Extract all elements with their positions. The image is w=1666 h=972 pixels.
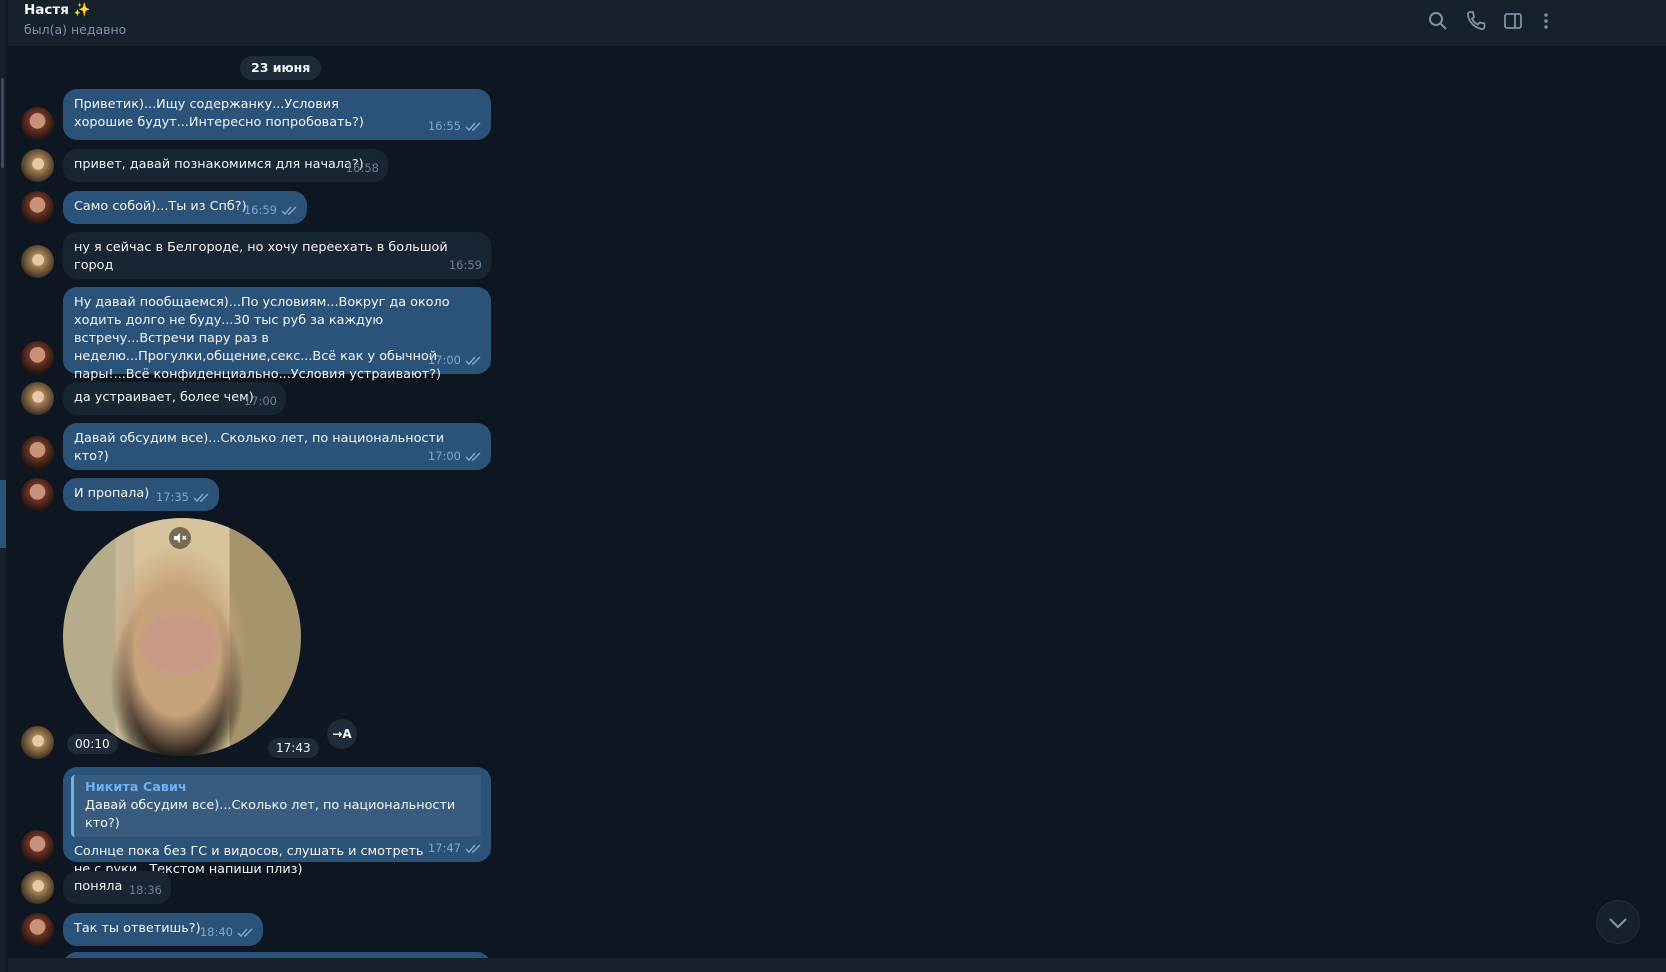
- avatar[interactable]: [21, 913, 54, 946]
- avatar[interactable]: [21, 436, 54, 469]
- reply-text: Давай обсудим все)...Сколько лет, по нац…: [85, 798, 456, 831]
- message-time-meta: 17:47: [428, 839, 483, 857]
- peer-name[interactable]: Настя ✨: [24, 2, 90, 18]
- message-outgoing[interactable]: Само собой)...Ты из Спб?) 16:59: [63, 191, 307, 224]
- message-time: 17:00: [427, 449, 461, 463]
- reply-quote[interactable]: Никита Савич Давай обсудим все)...Скольк…: [71, 775, 481, 837]
- message-outgoing[interactable]: Приветик)...Ищу содержанку...Условия хор…: [63, 89, 491, 140]
- avatar[interactable]: [21, 107, 54, 140]
- message-text: Ну давай пообщаемся)...По условиям...Вок…: [74, 295, 450, 382]
- message-time: 18:36: [128, 883, 162, 897]
- double-check-icon: [237, 928, 253, 938]
- scroll-down-button[interactable]: [1596, 900, 1640, 944]
- message-time: 17:35: [155, 490, 189, 504]
- video-time: 17:43: [268, 738, 319, 758]
- message-incoming[interactable]: привет, давай познакомимся для начала?) …: [63, 149, 388, 182]
- composer-bar[interactable]: [8, 958, 1666, 972]
- avatar[interactable]: [21, 341, 54, 374]
- message-text: да устраивает, более чем): [74, 390, 254, 405]
- message-text: привет, давай познакомимся для начала?): [74, 157, 364, 172]
- message-outgoing[interactable]: Никита Савич Давай обсудим все)...Скольк…: [63, 767, 491, 877]
- message-incoming[interactable]: ну я сейчас в Белгороде, но хочу перееха…: [63, 232, 491, 279]
- double-check-icon: [281, 206, 297, 216]
- muted-icon[interactable]: [169, 527, 191, 549]
- avatar[interactable]: [21, 478, 54, 511]
- message-time: 17:47: [427, 841, 461, 855]
- message-outgoing[interactable]: И пропала) 17:35: [63, 478, 219, 511]
- message-time: 16:59: [448, 258, 482, 272]
- message-text: поняла: [74, 879, 123, 894]
- message-time: 17:00: [243, 394, 277, 408]
- selected-chat-indicator: [0, 480, 6, 548]
- message-text: Давай обсудим все)...Сколько лет, по нац…: [74, 431, 445, 464]
- double-check-icon: [193, 493, 209, 503]
- double-check-icon: [465, 122, 481, 132]
- message-time: 16:55: [427, 119, 461, 133]
- avatar[interactable]: [21, 191, 54, 224]
- message-time-meta: 17:35: [156, 488, 211, 506]
- avatar[interactable]: [21, 726, 54, 759]
- message-time: 16:58: [345, 161, 379, 175]
- message-incoming[interactable]: поняла 18:36: [63, 871, 171, 904]
- message-time-meta: 18:40: [200, 923, 255, 941]
- message-time-meta: 17:00: [428, 351, 483, 369]
- message-time-meta: 16:59: [244, 201, 299, 219]
- search-icon[interactable]: [1426, 9, 1450, 33]
- phone-icon[interactable]: [1464, 9, 1488, 33]
- sidebar-toggle-icon[interactable]: [1501, 9, 1525, 33]
- message-incoming[interactable]: да устраивает, более чем) 17:00: [63, 382, 286, 415]
- peer-status: был(а) недавно: [24, 22, 127, 37]
- date-separator: 23 июня: [240, 56, 322, 80]
- message-text: Само собой)...Ты из Спб?): [74, 199, 247, 214]
- reply-author: Никита Савич: [85, 780, 187, 795]
- more-vertical-icon[interactable]: [1534, 9, 1558, 33]
- message-time: 17:00: [427, 353, 461, 367]
- avatar[interactable]: [21, 245, 54, 278]
- chat-list-scrollbar[interactable]: [1, 78, 4, 168]
- message-text: Так ты ответишь?): [74, 921, 201, 936]
- avatar[interactable]: [21, 871, 54, 904]
- translate-button[interactable]: →A: [327, 719, 357, 749]
- video-duration: 00:10: [67, 734, 118, 754]
- message-outgoing[interactable]: Так ты ответишь?) 18:40: [63, 913, 263, 946]
- message-outgoing[interactable]: Ну давай пообщаемся)...По условиям...Вок…: [63, 287, 491, 382]
- message-time: 18:40: [199, 925, 233, 939]
- message-text: И пропала): [74, 486, 150, 501]
- message-text: Приветик)...Ищу содержанку...Условия хор…: [74, 97, 364, 130]
- chat-list-edge: [0, 0, 6, 972]
- message-text: ну я сейчас в Белгороде, но хочу перееха…: [74, 240, 448, 273]
- message-time-meta: 17:00: [428, 447, 483, 465]
- message-time-meta: 16:55: [428, 117, 483, 135]
- avatar[interactable]: [21, 830, 54, 863]
- avatar[interactable]: [21, 382, 54, 415]
- message-time: 16:59: [243, 203, 277, 217]
- message-outgoing[interactable]: Давай обсудим все)...Сколько лет, по нац…: [63, 423, 491, 470]
- double-check-icon: [465, 844, 481, 854]
- avatar[interactable]: [21, 149, 54, 182]
- chevron-down-icon: [1609, 918, 1627, 929]
- video-message[interactable]: [63, 518, 301, 756]
- double-check-icon: [465, 356, 481, 366]
- double-check-icon: [465, 452, 481, 462]
- chat-header: Настя ✨ был(а) недавно: [8, 0, 1666, 47]
